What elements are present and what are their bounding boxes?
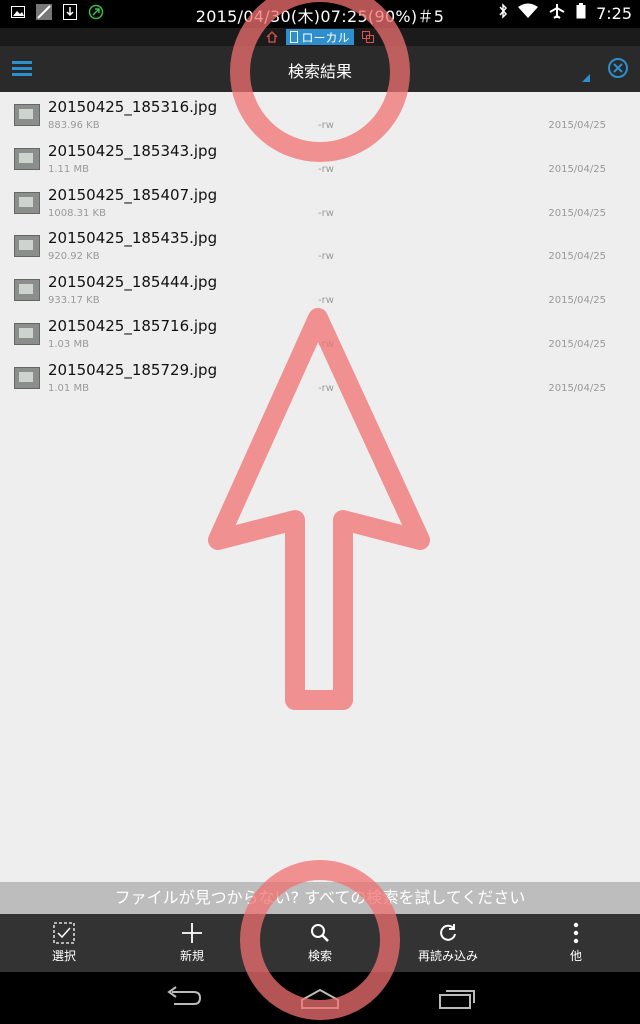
file-permission: -rw [318,120,334,131]
dropdown-corner-icon[interactable] [582,74,590,82]
select-button[interactable]: 選択 [34,914,94,972]
file-permission: -rw [318,338,334,350]
file-permission: -rw [318,251,334,263]
file-date: 2015/04/25 [548,338,606,350]
file-date: 2015/04/25 [548,382,606,394]
new-button[interactable]: 新規 [162,914,222,972]
reload-label: 再読み込み [417,949,478,963]
file-size: 933.17 KB [48,295,100,307]
checkbox-icon [53,922,75,944]
reload-button[interactable]: 再読み込み [408,914,488,972]
image-thumbnail [14,322,40,345]
location-bar: ローカル [0,28,640,46]
file-name: 20150425_185729.jpg [48,360,218,379]
file-date: 2015/04/25 [548,295,606,307]
file-permission: -rw [318,207,334,219]
file-name: 20150425_185407.jpg [48,185,218,204]
more-vertical-icon [573,922,579,944]
new-label: 新規 [179,949,204,963]
file-permission: -rw [318,295,334,307]
file-name: 20150425_185716.jpg [48,316,218,335]
system-nav-bar [0,972,640,1024]
search-button[interactable]: 検索 [290,914,350,972]
bottom-toolbar: 選択 新規 検索 再読み込み 他 [0,914,640,972]
file-list: 20150425_185316.jpg 883.96 KB -rw 2015/0… [0,92,640,399]
file-size: 1008.31 KB [48,207,106,219]
recent-apps-button[interactable] [438,986,478,1014]
file-size: 920.92 KB [48,251,100,263]
location-label: ローカル [301,30,350,45]
file-name: 20150425_185316.jpg [48,98,218,116]
file-row[interactable]: 20150425_185729.jpg 1.01 MB -rw 2015/04/… [0,355,640,399]
select-label: 選択 [51,949,76,963]
file-size: 1.11 MB [48,163,89,175]
search-hint-banner[interactable]: ファイルが見つからない? すべての検索を試してください [0,882,640,914]
network-icon[interactable] [361,28,374,47]
refresh-icon [440,924,456,941]
status-bar: 2015/04/30(木)07:25(90%)＃5 7:25 [0,0,640,28]
file-row[interactable]: 20150425_185435.jpg 920.92 KB -rw 2015/0… [0,223,640,267]
file-name: 20150425_185444.jpg [48,273,218,292]
action-bar: 検索結果 [0,46,640,92]
search-label: 検索 [307,949,332,963]
file-size: 1.03 MB [48,338,89,350]
recent-apps-icon [439,990,475,1009]
phone-icon [290,31,299,43]
clock: 7:25 [596,3,632,23]
image-thumbnail [14,104,40,126]
file-row[interactable]: 20150425_185316.jpg 883.96 KB -rw 2015/0… [0,92,640,136]
file-row[interactable]: 20150425_185444.jpg 933.17 KB -rw 2015/0… [0,267,640,311]
page-title: 検索結果 [287,62,352,81]
file-date: 2015/04/25 [548,207,606,219]
file-size: 1.01 MB [48,382,89,394]
bluetooth-icon [498,3,508,23]
airplane-icon [548,3,566,23]
battery-icon [576,3,586,23]
location-local[interactable]: ローカル [286,29,354,45]
close-icon [608,58,628,78]
file-name: 20150425_185435.jpg [48,229,218,248]
plus-icon [182,923,202,943]
image-thumbnail [14,235,40,258]
image-thumbnail [14,279,40,302]
image-thumbnail [14,147,40,170]
home-nav-icon [301,988,339,1009]
file-row[interactable]: 20150425_185343.jpg 1.11 MB -rw 2015/04/… [0,136,640,180]
home-button[interactable] [300,986,340,1014]
back-icon [167,986,202,1005]
more-label: 他 [569,949,582,963]
home-icon[interactable] [266,28,278,47]
file-permission: -rw [318,382,334,394]
wifi-icon [518,3,539,23]
file-permission: -rw [318,163,334,175]
file-name: 20150425_185343.jpg [48,141,218,160]
close-search-button[interactable] [607,57,629,79]
image-thumbnail [14,366,40,389]
image-thumbnail [14,191,40,214]
file-date: 2015/04/25 [548,120,606,131]
file-row[interactable]: 20150425_185716.jpg 1.03 MB -rw 2015/04/… [0,311,640,355]
search-icon [311,924,329,942]
back-button[interactable] [164,986,202,1014]
file-date: 2015/04/25 [548,251,606,263]
file-date: 2015/04/25 [548,163,606,175]
more-button[interactable]: 他 [546,914,606,972]
file-row[interactable]: 20150425_185407.jpg 1008.31 KB -rw 2015/… [0,180,640,224]
file-size: 883.96 KB [48,120,100,131]
